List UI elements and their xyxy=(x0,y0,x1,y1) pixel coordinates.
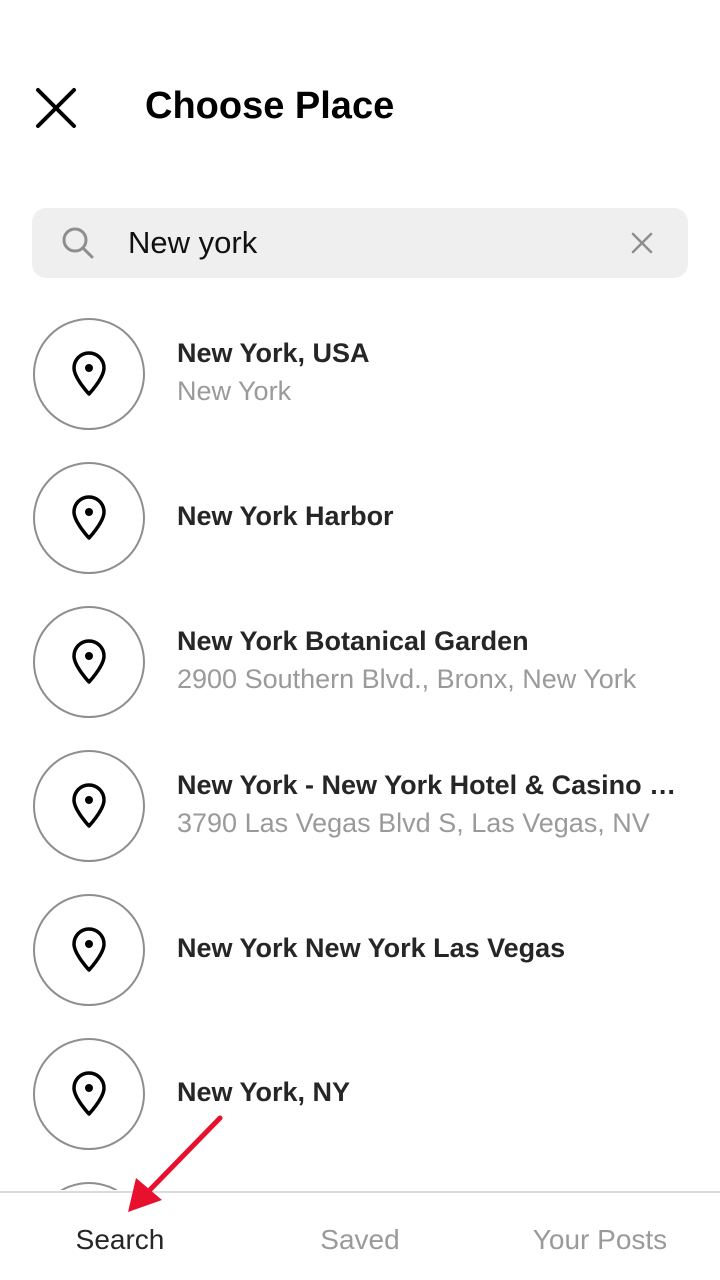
place-name: New York New York Las Vegas xyxy=(177,933,566,963)
place-text: New York Botanical Garden 2900 Southern … xyxy=(177,598,689,722)
tab-saved[interactable]: Saved xyxy=(240,1193,480,1280)
place-subtitle: New York xyxy=(177,376,292,406)
clear-search-button[interactable] xyxy=(624,225,660,261)
tab-your-posts[interactable]: Your Posts xyxy=(480,1193,720,1280)
place-list-item[interactable]: New York, NY xyxy=(0,1030,720,1174)
location-pin-circle xyxy=(33,318,145,430)
place-subtitle: 2900 Southern Blvd., Bronx, New York xyxy=(177,664,637,694)
location-pin-icon xyxy=(72,495,106,540)
location-pin-icon xyxy=(72,1071,106,1116)
location-pin-circle xyxy=(33,750,145,862)
place-name: New York - New York Hotel & Casino Las V… xyxy=(177,770,689,800)
location-pin-icon xyxy=(72,783,106,828)
place-list-item[interactable]: New York New York Las Vegas xyxy=(0,886,720,1030)
page-title: Choose Place xyxy=(145,85,395,127)
place-name: New York, NY xyxy=(177,1077,351,1107)
place-list-item[interactable]: New York - New York Hotel & Casino Las V… xyxy=(0,742,720,886)
place-text xyxy=(177,1174,689,1190)
place-list-item[interactable]: New York Harbor xyxy=(0,454,720,598)
clear-icon xyxy=(631,232,653,254)
place-text: New York Harbor xyxy=(177,454,689,578)
place-results-list: New York, USA New York New York Harbor N… xyxy=(0,310,720,1190)
place-name: New York Harbor xyxy=(177,501,394,531)
place-name: New York, USA xyxy=(177,338,370,368)
place-text: New York - New York Hotel & Casino Las V… xyxy=(177,742,689,866)
search-bar[interactable] xyxy=(32,208,688,278)
location-pin-circle xyxy=(33,462,145,574)
location-pin-circle xyxy=(33,1038,145,1150)
place-list-item[interactable]: New York, USA New York xyxy=(0,310,720,454)
location-pin-icon xyxy=(72,927,106,972)
location-pin-circle xyxy=(33,606,145,718)
search-icon xyxy=(62,227,94,259)
place-list-item[interactable]: New York Botanical Garden 2900 Southern … xyxy=(0,598,720,742)
location-pin-circle xyxy=(33,1182,145,1190)
location-pin-icon xyxy=(72,639,106,684)
location-pin-circle xyxy=(33,894,145,1006)
choose-place-screen: Choose Place New York, USA New York xyxy=(0,0,720,1280)
place-name: New York Botanical Garden xyxy=(177,626,529,656)
close-button[interactable] xyxy=(24,76,88,140)
search-input[interactable] xyxy=(128,216,598,270)
bottom-tab-bar: Search Saved Your Posts xyxy=(0,1191,720,1280)
place-list-item[interactable] xyxy=(0,1174,720,1190)
header: Choose Place xyxy=(0,60,720,156)
location-pin-icon xyxy=(72,351,106,396)
place-subtitle: 3790 Las Vegas Blvd S, Las Vegas, NV xyxy=(177,808,650,838)
place-text: New York, USA New York xyxy=(177,310,689,434)
place-text: New York, NY xyxy=(177,1030,689,1154)
tab-search[interactable]: Search xyxy=(0,1193,240,1280)
place-text: New York New York Las Vegas xyxy=(177,886,689,1010)
close-icon xyxy=(36,88,76,128)
